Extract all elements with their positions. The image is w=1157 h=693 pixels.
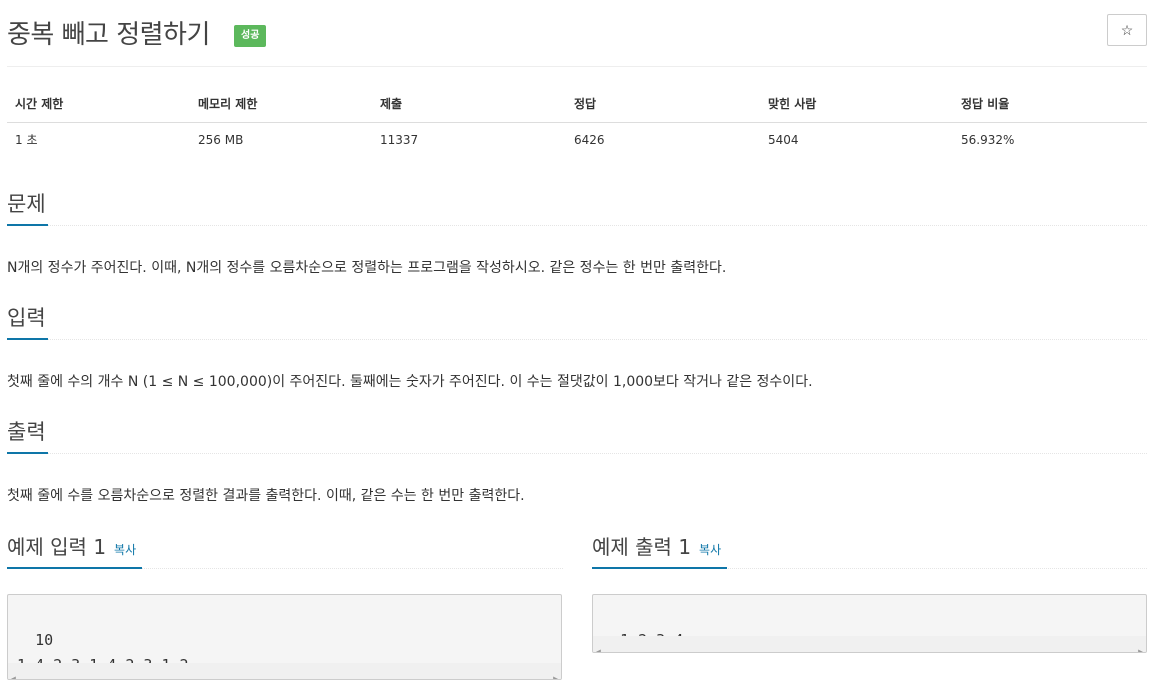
scroll-left-icon[interactable]: ◀ — [596, 639, 601, 652]
horizontal-scrollbar[interactable]: ◀ ▶ — [593, 636, 1146, 652]
value-solved-users: 5404 — [768, 132, 799, 147]
value-time-limit: 1 초 — [15, 133, 38, 148]
problem-header: 중복 빼고 정렬하기 성공 ☆ — [7, 10, 1147, 67]
output-section-header: 출력 — [7, 418, 1147, 454]
status-badge: 성공 — [234, 25, 267, 47]
value-accepted: 6426 — [574, 132, 605, 147]
value-accept-ratio: 56.932% — [961, 132, 1015, 147]
copy-output-link[interactable]: 복사 — [699, 543, 721, 557]
sample-input-heading: 예제 입력 1 복사 — [7, 533, 143, 569]
star-button[interactable]: ☆ — [1107, 14, 1147, 46]
output-heading: 출력 — [7, 418, 48, 454]
header-time-limit: 시간 제한 — [7, 86, 190, 123]
input-description: 첫째 줄에 수의 개수 N (1 ≤ N ≤ 100,000)이 주어진다. 둘… — [7, 374, 813, 390]
header-solved-users: 맞힌 사람 — [760, 86, 953, 123]
header-accepted: 정답 — [566, 86, 760, 123]
header-submissions: 제출 — [372, 86, 566, 123]
problem-section-header: 문제 — [7, 190, 1147, 226]
scroll-left-icon[interactable]: ◀ — [11, 666, 16, 679]
star-icon: ☆ — [1120, 21, 1134, 38]
output-description: 첫째 줄에 수를 오름차순으로 정렬한 결과를 출력한다. 이때, 같은 수는 … — [7, 488, 525, 504]
problem-description: N개의 정수가 주어진다. 이때, N개의 정수를 오름차순으로 정렬하는 프로… — [7, 260, 727, 276]
value-memory-limit: 256 MB — [198, 132, 244, 147]
info-header-row: 시간 제한 메모리 제한 제출 정답 맞힌 사람 정답 비율 — [7, 86, 1147, 123]
sample-input-title: 예제 입력 1 — [7, 535, 107, 559]
horizontal-scrollbar[interactable]: ◀ ▶ — [8, 663, 561, 679]
copy-input-link[interactable]: 복사 — [114, 543, 136, 557]
sample-output-heading: 예제 출력 1 복사 — [592, 533, 728, 569]
value-submissions: 11337 — [380, 132, 419, 147]
sample-output-box[interactable]: 1 2 3 4 ◀ ▶ — [592, 594, 1147, 653]
input-heading: 입력 — [7, 304, 48, 340]
sample-output-header: 예제 출력 1 복사 — [592, 533, 1147, 569]
header-memory-limit: 메모리 제한 — [190, 86, 372, 123]
page-title: 중복 빼고 정렬하기 — [7, 20, 210, 50]
problem-info-table: 시간 제한 메모리 제한 제출 정답 맞힌 사람 정답 비율 1 초 256 M… — [7, 86, 1147, 157]
scroll-right-icon[interactable]: ▶ — [553, 666, 558, 679]
scroll-right-icon[interactable]: ▶ — [1138, 639, 1143, 652]
problem-heading: 문제 — [7, 190, 48, 226]
sample-output-title: 예제 출력 1 — [592, 535, 692, 559]
sample-input-box[interactable]: 10 1 4 2 3 1 4 2 3 1 2 ◀ ▶ — [7, 594, 562, 680]
header-accept-ratio: 정답 비율 — [953, 86, 1147, 123]
info-value-row: 1 초 256 MB 11337 6426 5404 56.932% — [7, 122, 1147, 157]
input-section-header: 입력 — [7, 304, 1147, 340]
sample-input-header: 예제 입력 1 복사 — [7, 533, 563, 569]
